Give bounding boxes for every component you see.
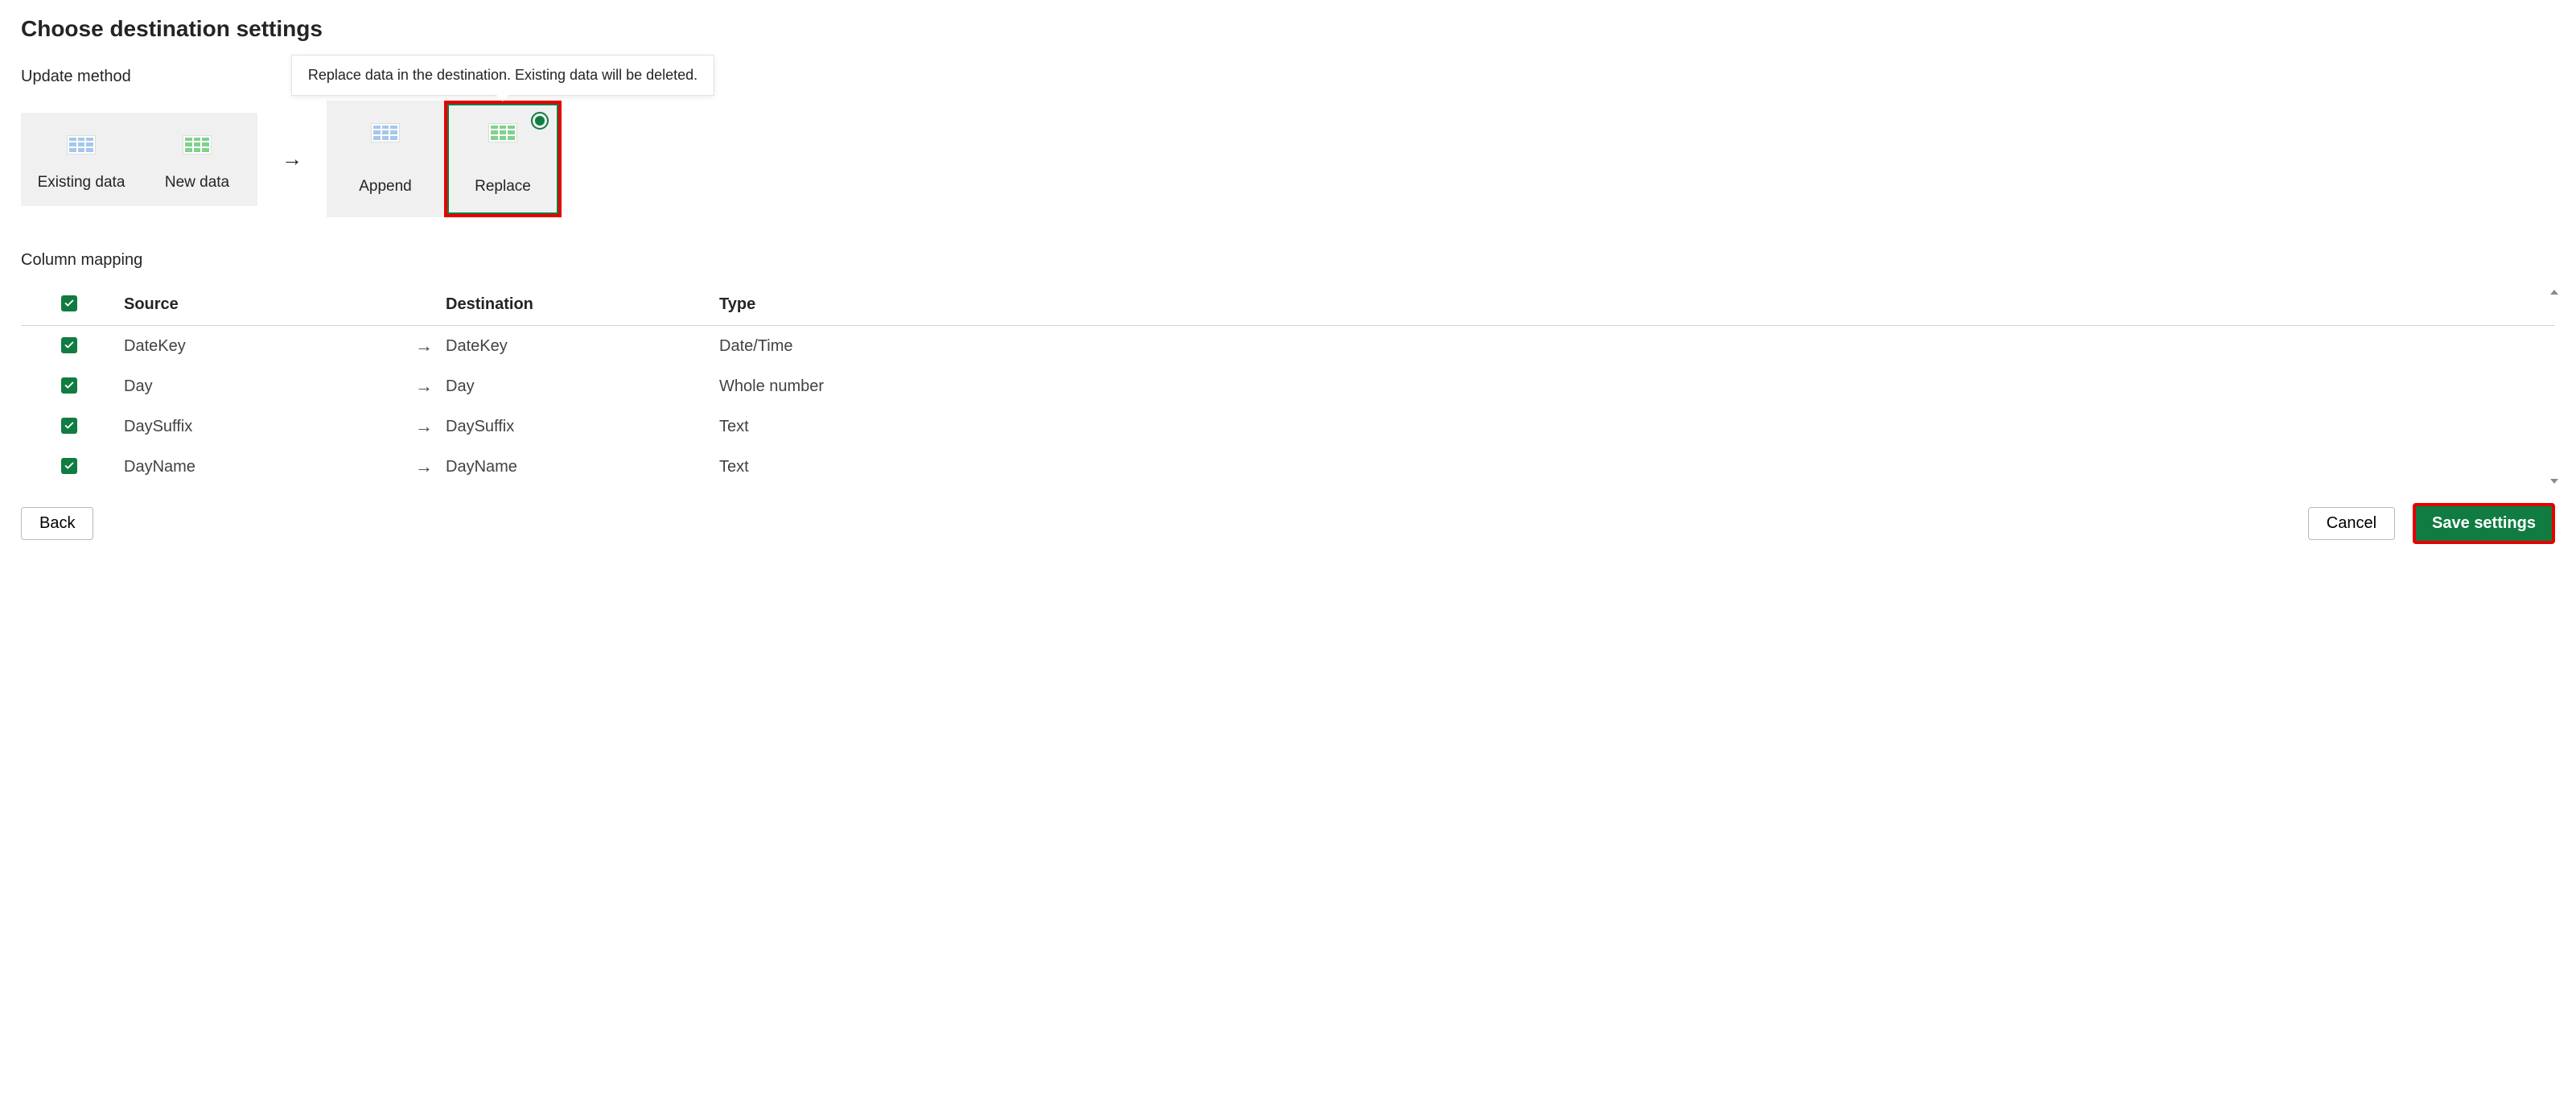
- new-data-label: New data: [145, 174, 249, 192]
- destination-cell: DateKey: [439, 326, 713, 367]
- source-cell: DaySuffix: [117, 406, 391, 447]
- type-cell: Whole number: [713, 366, 2555, 406]
- table-row: Day→DayWhole number: [21, 366, 2555, 406]
- scroll-up-icon[interactable]: [2550, 282, 2558, 301]
- header-type: Type: [713, 287, 2555, 326]
- destination-cell: DayName: [439, 447, 713, 487]
- data-preview-group: Existing data New data: [21, 113, 257, 206]
- row-checkbox[interactable]: [61, 458, 77, 474]
- header-destination: Destination: [439, 287, 713, 326]
- arrow-right-icon: →: [391, 447, 439, 487]
- arrow-right-icon: →: [391, 406, 439, 447]
- table-blue-icon: [67, 135, 96, 155]
- arrow-right-icon: →: [391, 366, 439, 406]
- footer: Back Cancel Save settings: [21, 503, 2555, 544]
- replace-option[interactable]: Replace Replace data in the destination.…: [444, 101, 562, 217]
- column-mapping-table: Source Destination Type DateKey→DateKeyD…: [21, 287, 2555, 487]
- page-title: Choose destination settings: [21, 16, 2555, 42]
- append-label: Append: [359, 178, 412, 196]
- append-option[interactable]: Append: [327, 101, 444, 217]
- save-settings-button[interactable]: Save settings: [2413, 503, 2555, 544]
- select-all-checkbox[interactable]: [61, 295, 77, 311]
- header-source: Source: [117, 287, 391, 326]
- source-cell: Day: [117, 366, 391, 406]
- arrow-right-icon: →: [391, 326, 439, 367]
- destination-cell: DaySuffix: [439, 406, 713, 447]
- destination-cell: Day: [439, 366, 713, 406]
- row-checkbox[interactable]: [61, 337, 77, 353]
- source-cell: DateKey: [117, 326, 391, 367]
- column-mapping-label: Column mapping: [21, 251, 2555, 270]
- row-checkbox[interactable]: [61, 418, 77, 434]
- table-green-icon: [183, 135, 212, 155]
- table-header-row: Source Destination Type: [21, 287, 2555, 326]
- existing-data-card: Existing data: [29, 135, 134, 192]
- existing-data-label: Existing data: [29, 174, 134, 192]
- new-data-card: New data: [145, 135, 249, 192]
- table-blue-icon: [371, 123, 400, 142]
- type-cell: Text: [713, 447, 2555, 487]
- type-cell: Text: [713, 406, 2555, 447]
- back-button[interactable]: Back: [21, 507, 93, 540]
- row-checkbox[interactable]: [61, 377, 77, 394]
- table-row: DayName→DayNameText: [21, 447, 2555, 487]
- arrow-right-icon: →: [277, 146, 307, 171]
- scroll-down-icon[interactable]: [2550, 472, 2558, 490]
- update-method-row: Existing data New data → Append: [21, 101, 2555, 217]
- table-row: DaySuffix→DaySuffixText: [21, 406, 2555, 447]
- replace-label: Replace: [475, 178, 531, 196]
- radio-selected-icon: [531, 112, 549, 130]
- update-method-options: Append Replace Replace data in the desti…: [327, 101, 562, 217]
- cancel-button[interactable]: Cancel: [2308, 507, 2395, 540]
- table-green-icon: [488, 123, 517, 142]
- type-cell: Date/Time: [713, 326, 2555, 367]
- replace-tooltip: Replace data in the destination. Existin…: [291, 55, 714, 96]
- table-row: DateKey→DateKeyDate/Time: [21, 326, 2555, 367]
- source-cell: DayName: [117, 447, 391, 487]
